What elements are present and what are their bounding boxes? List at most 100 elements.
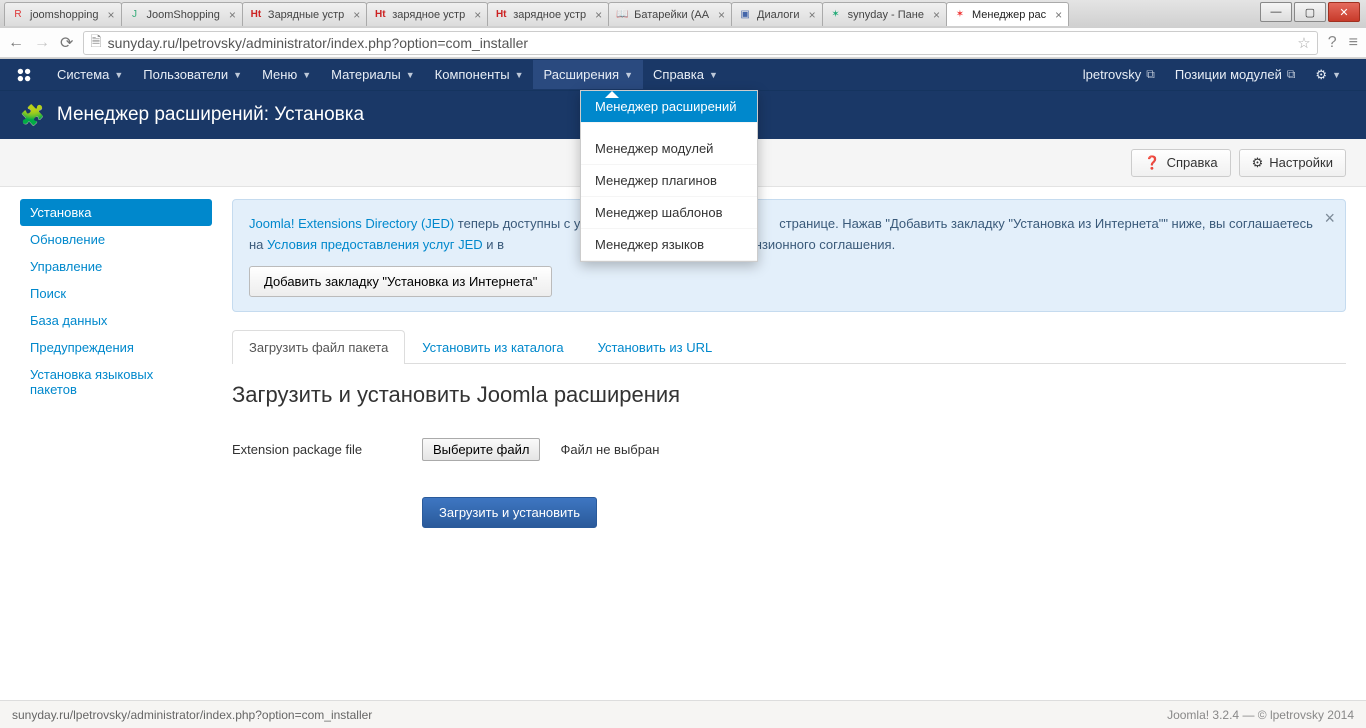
- close-alert-icon[interactable]: ×: [1324, 208, 1335, 229]
- browser-tab[interactable]: ▣ Диалоги ×: [731, 2, 823, 26]
- favicon-icon: Ht: [373, 8, 387, 22]
- menu-content[interactable]: Материалы▼: [321, 60, 425, 89]
- dropdown-item-plugin-manager[interactable]: Менеджер плагинов: [581, 165, 757, 197]
- external-icon: ⧉: [1146, 67, 1155, 82]
- tab-label: зарядное устр: [392, 9, 465, 21]
- close-icon[interactable]: ×: [229, 8, 236, 22]
- sidebar-item-manage[interactable]: Управление: [20, 253, 212, 280]
- url-text: sunyday.ru/lpetrovsky/administrator/inde…: [108, 35, 528, 51]
- content-heading: Загрузить и установить Joomla расширения: [232, 382, 1346, 408]
- jed-link[interactable]: Joomla! Extensions Directory (JED): [249, 216, 454, 231]
- tab-directory[interactable]: Установить из каталога: [405, 330, 580, 364]
- back-icon[interactable]: ←: [8, 34, 24, 52]
- browser-tab[interactable]: HtЗарядные устр×: [242, 2, 367, 26]
- file-label: Extension package file: [232, 442, 402, 457]
- jed-tos-link[interactable]: Условия предоставления услуг JED: [267, 237, 483, 252]
- menu-users[interactable]: Пользователи▼: [133, 60, 252, 89]
- browser-tab-active[interactable]: ✶Менеджер рас×: [946, 2, 1069, 26]
- close-icon[interactable]: ×: [809, 8, 816, 22]
- help-icon[interactable]: ?: [1328, 34, 1337, 52]
- sidebar-item-discover[interactable]: Поиск: [20, 280, 212, 307]
- close-icon[interactable]: ×: [1055, 8, 1062, 22]
- menu-extensions[interactable]: Расширения▼: [533, 60, 643, 89]
- browser-tab[interactable]: JJoomShopping×: [121, 2, 243, 26]
- favicon-icon: ✶: [829, 8, 843, 22]
- tab-label: Диалоги: [757, 9, 800, 21]
- sidebar-item-warnings[interactable]: Предупреждения: [20, 334, 212, 361]
- sidebar-item-install[interactable]: Установка: [20, 199, 212, 226]
- copyright: — © lpetrovsky 2014: [1242, 708, 1354, 722]
- tab-url[interactable]: Установить из URL: [581, 330, 730, 364]
- alert-text: и в: [483, 237, 504, 252]
- browser-tab[interactable]: Rjoomshopping ×: [4, 2, 122, 26]
- favicon-icon: R: [11, 8, 25, 22]
- close-icon[interactable]: ×: [353, 8, 360, 22]
- menu-system[interactable]: Система▼: [47, 60, 133, 89]
- tab-upload[interactable]: Загрузить файл пакета: [232, 330, 405, 364]
- menu-positions[interactable]: Позиции модулей⧉: [1165, 60, 1306, 89]
- menu-user-link[interactable]: lpetrovsky⧉: [1073, 60, 1165, 89]
- menu-components[interactable]: Компоненты▼: [425, 60, 534, 89]
- tab-label: Менеджер рас: [972, 9, 1046, 21]
- status-url: sunyday.ru/lpetrovsky/administrator/inde…: [12, 708, 372, 722]
- sidebar: Установка Обновление Управление Поиск Ба…: [20, 199, 212, 528]
- forward-icon[interactable]: →: [34, 34, 50, 52]
- close-icon[interactable]: ×: [718, 8, 725, 22]
- dropdown-item-language-manager[interactable]: Менеджер языков: [581, 229, 757, 261]
- sidebar-item-update[interactable]: Обновление: [20, 226, 212, 253]
- menu-settings-gear[interactable]: ⚙▼: [1305, 60, 1351, 90]
- upload-install-button[interactable]: Загрузить и установить: [422, 497, 597, 528]
- favicon-icon: Ht: [494, 8, 508, 22]
- help-button[interactable]: ❓Справка: [1131, 149, 1230, 177]
- browser-tab[interactable]: ✶ synyday - Пане ×: [822, 2, 947, 26]
- file-row: Extension package file Выберите файл Фай…: [232, 438, 1346, 461]
- close-icon[interactable]: ×: [474, 8, 481, 22]
- choose-file-button[interactable]: Выберите файл: [422, 438, 540, 461]
- close-icon[interactable]: ×: [595, 8, 602, 22]
- add-web-tab-button[interactable]: Добавить закладку "Установка из Интернет…: [249, 266, 552, 297]
- info-alert: × Joomla! Extensions Directory (JED) теп…: [232, 199, 1346, 312]
- caret-icon: ▼: [624, 70, 633, 80]
- tab-label: Зарядные устр: [268, 9, 344, 21]
- menu-icon[interactable]: ≡: [1349, 34, 1358, 52]
- caret-icon: ▼: [114, 70, 123, 80]
- caret-icon: ▼: [709, 70, 718, 80]
- dropdown-item-module-manager[interactable]: Менеджер модулей: [581, 133, 757, 165]
- menu-menus[interactable]: Меню▼: [252, 60, 321, 89]
- dropdown-item-ext-manager[interactable]: Менеджер расширений: [581, 91, 757, 123]
- dropdown-item-template-manager[interactable]: Менеджер шаблонов: [581, 197, 757, 229]
- footer-right: Joomla! 3.2.4 — © lpetrovsky 2014: [1167, 708, 1354, 722]
- sidebar-item-languages[interactable]: Установка языковых пакетов: [20, 361, 212, 403]
- url-input[interactable]: 🗎 sunyday.ru/lpetrovsky/administrator/in…: [83, 31, 1317, 55]
- maximize-button[interactable]: ▢: [1294, 2, 1326, 22]
- close-icon[interactable]: ×: [933, 8, 940, 22]
- caret-icon: ▼: [1332, 70, 1341, 80]
- reload-icon[interactable]: ⟳: [60, 33, 73, 53]
- favicon-icon: ▣: [738, 8, 752, 22]
- browser-tab[interactable]: Ht зарядное устр ×: [366, 2, 488, 26]
- tab-label: зарядное устр: [513, 9, 586, 21]
- options-button[interactable]: ⚙Настройки: [1239, 149, 1346, 177]
- close-window-button[interactable]: ✕: [1328, 2, 1360, 22]
- close-icon[interactable]: ×: [108, 8, 115, 22]
- nav-icons: ← → ⟳: [8, 33, 73, 53]
- external-icon: ⧉: [1287, 67, 1296, 82]
- joomla-logo-icon[interactable]: [15, 66, 33, 84]
- caret-icon: ▼: [233, 70, 242, 80]
- status-bar: sunyday.ru/lpetrovsky/administrator/inde…: [0, 700, 1366, 728]
- content: × Joomla! Extensions Directory (JED) теп…: [232, 199, 1346, 528]
- menu-help[interactable]: Справка▼: [643, 60, 728, 89]
- page-icon: 🗎: [90, 31, 101, 55]
- browser-tab[interactable]: Ht зарядное устр ×: [487, 2, 609, 26]
- minimize-button[interactable]: —: [1260, 2, 1292, 22]
- alert-text: теперь доступны с ус: [454, 216, 587, 231]
- tab-label: Батарейки (АА: [634, 9, 709, 21]
- window-controls: — ▢ ✕: [1260, 2, 1360, 22]
- bookmark-icon[interactable]: ☆: [1297, 34, 1310, 52]
- address-bar: ← → ⟳ 🗎 sunyday.ru/lpetrovsky/administra…: [0, 28, 1366, 58]
- joomla-menubar: Система▼ Пользователи▼ Меню▼ Материалы▼ …: [0, 59, 1366, 91]
- tab-label: synyday - Пане: [848, 9, 924, 21]
- tab-label: joomshopping: [30, 9, 99, 21]
- browser-tab[interactable]: 📖Батарейки (АА×: [608, 2, 732, 26]
- sidebar-item-database[interactable]: База данных: [20, 307, 212, 334]
